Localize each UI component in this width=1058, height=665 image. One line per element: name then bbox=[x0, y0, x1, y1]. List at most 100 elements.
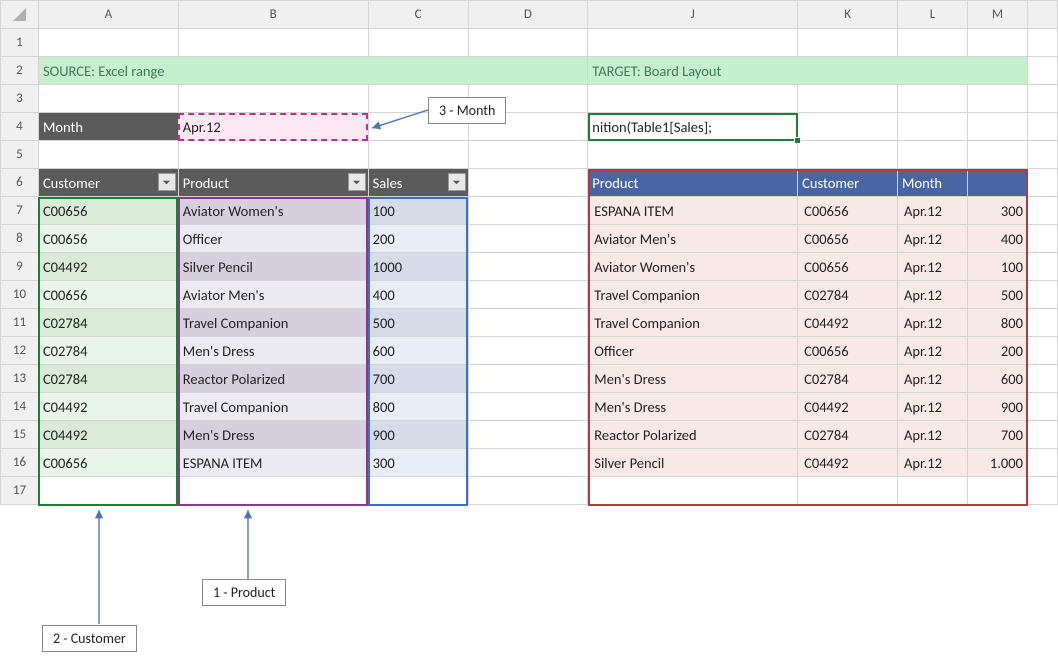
cell[interactable] bbox=[38, 85, 178, 113]
right-month-cell[interactable]: Apr.12 bbox=[898, 393, 968, 421]
right-header-customer[interactable]: Customer bbox=[798, 169, 898, 197]
right-customer-cell[interactable]: C04492 bbox=[798, 309, 898, 337]
cell[interactable] bbox=[468, 85, 588, 113]
left-header-sales[interactable]: Sales bbox=[368, 169, 468, 197]
cell[interactable] bbox=[468, 197, 588, 225]
right-month-cell[interactable]: Apr.12 bbox=[898, 421, 968, 449]
right-customer-cell[interactable]: C04492 bbox=[798, 393, 898, 421]
right-customer-cell[interactable]: C02784 bbox=[798, 365, 898, 393]
right-product-cell[interactable]: Aviator Women's bbox=[588, 253, 798, 281]
filter-dropdown-icon[interactable] bbox=[158, 173, 176, 191]
row-header[interactable]: 8 bbox=[1, 225, 39, 253]
cell[interactable] bbox=[1027, 477, 1057, 505]
filter-dropdown-icon[interactable] bbox=[448, 173, 466, 191]
left-product-cell[interactable]: Men's Dress bbox=[178, 421, 368, 449]
row-header-17[interactable]: 17 bbox=[1, 477, 39, 505]
cell[interactable] bbox=[468, 365, 588, 393]
cell[interactable] bbox=[1027, 169, 1057, 197]
left-customer-cell[interactable]: C00656 bbox=[38, 225, 178, 253]
right-value-cell[interactable]: 600 bbox=[968, 365, 1028, 393]
left-header-product[interactable]: Product bbox=[178, 169, 368, 197]
left-product-cell[interactable]: Aviator Women's bbox=[178, 197, 368, 225]
left-customer-cell[interactable]: C00656 bbox=[38, 449, 178, 477]
cell[interactable] bbox=[468, 449, 588, 477]
right-value-cell[interactable]: 900 bbox=[968, 393, 1028, 421]
right-product-cell[interactable]: ESPANA ITEM bbox=[588, 197, 798, 225]
row-header[interactable]: 7 bbox=[1, 197, 39, 225]
formula-editing-cell[interactable]: nition(Table1[Sales]; bbox=[588, 113, 798, 141]
cell[interactable] bbox=[1027, 57, 1057, 85]
cell[interactable] bbox=[468, 281, 588, 309]
cell[interactable] bbox=[1027, 449, 1057, 477]
cell[interactable] bbox=[968, 113, 1028, 141]
right-month-cell[interactable]: Apr.12 bbox=[898, 281, 968, 309]
cell[interactable] bbox=[898, 29, 968, 57]
cell[interactable] bbox=[1027, 309, 1057, 337]
right-product-cell[interactable]: Silver Pencil bbox=[588, 449, 798, 477]
cell[interactable] bbox=[38, 477, 178, 505]
left-sales-cell[interactable]: 500 bbox=[368, 309, 468, 337]
right-header-blank[interactable] bbox=[968, 169, 1028, 197]
cell[interactable] bbox=[468, 29, 588, 57]
cell[interactable] bbox=[178, 141, 368, 169]
cell[interactable] bbox=[468, 225, 588, 253]
right-product-cell[interactable]: Travel Companion bbox=[588, 309, 798, 337]
left-sales-cell[interactable]: 600 bbox=[368, 337, 468, 365]
col-header-pad[interactable] bbox=[1027, 1, 1057, 29]
right-value-cell[interactable]: 200 bbox=[968, 337, 1028, 365]
cell[interactable] bbox=[898, 113, 968, 141]
row-header[interactable]: 16 bbox=[1, 449, 39, 477]
cell[interactable] bbox=[1027, 253, 1057, 281]
left-product-cell[interactable]: Travel Companion bbox=[178, 309, 368, 337]
right-product-cell[interactable]: Men's Dress bbox=[588, 393, 798, 421]
row-header-6[interactable]: 6 bbox=[1, 169, 39, 197]
cell[interactable] bbox=[798, 29, 898, 57]
cell[interactable] bbox=[468, 421, 588, 449]
cell[interactable] bbox=[1027, 29, 1057, 57]
col-header-D[interactable]: D bbox=[468, 1, 588, 29]
right-customer-cell[interactable]: C02784 bbox=[798, 421, 898, 449]
row-header[interactable]: 12 bbox=[1, 337, 39, 365]
row-header-3[interactable]: 3 bbox=[1, 85, 39, 113]
cell[interactable] bbox=[178, 85, 368, 113]
right-customer-cell[interactable]: C00656 bbox=[798, 225, 898, 253]
right-month-cell[interactable]: Apr.12 bbox=[898, 253, 968, 281]
right-month-cell[interactable]: Apr.12 bbox=[898, 225, 968, 253]
left-sales-cell[interactable]: 200 bbox=[368, 225, 468, 253]
target-title[interactable]: TARGET: Board Layout bbox=[588, 57, 1028, 85]
left-sales-cell[interactable]: 300 bbox=[368, 449, 468, 477]
cell[interactable] bbox=[368, 477, 468, 505]
cell[interactable] bbox=[468, 113, 588, 141]
col-header-A[interactable]: A bbox=[38, 1, 178, 29]
cell[interactable] bbox=[368, 141, 468, 169]
col-header-K[interactable]: K bbox=[798, 1, 898, 29]
row-header[interactable]: 13 bbox=[1, 365, 39, 393]
cell[interactable] bbox=[38, 29, 178, 57]
right-month-cell[interactable]: Apr.12 bbox=[898, 449, 968, 477]
cell[interactable] bbox=[468, 253, 588, 281]
left-customer-cell[interactable]: C04492 bbox=[38, 253, 178, 281]
right-product-cell[interactable]: Officer bbox=[588, 337, 798, 365]
right-value-cell[interactable]: 400 bbox=[968, 225, 1028, 253]
cell[interactable] bbox=[968, 477, 1028, 505]
left-product-cell[interactable]: Silver Pencil bbox=[178, 253, 368, 281]
cell[interactable] bbox=[588, 85, 798, 113]
col-header-L[interactable]: L bbox=[898, 1, 968, 29]
cell[interactable] bbox=[798, 113, 898, 141]
left-product-cell[interactable]: Reactor Polarized bbox=[178, 365, 368, 393]
cell[interactable] bbox=[368, 113, 468, 141]
month-label-cell[interactable]: Month bbox=[38, 113, 178, 141]
right-customer-cell[interactable]: C00656 bbox=[798, 253, 898, 281]
left-customer-cell[interactable]: C00656 bbox=[38, 281, 178, 309]
cell[interactable] bbox=[588, 477, 798, 505]
col-header-M[interactable]: M bbox=[968, 1, 1028, 29]
row-header-5[interactable]: 5 bbox=[1, 141, 39, 169]
row-header[interactable]: 14 bbox=[1, 393, 39, 421]
row-header[interactable]: 15 bbox=[1, 421, 39, 449]
cell[interactable] bbox=[1027, 281, 1057, 309]
cell[interactable] bbox=[1027, 421, 1057, 449]
cell[interactable] bbox=[898, 85, 968, 113]
left-sales-cell[interactable]: 100 bbox=[368, 197, 468, 225]
cell[interactable] bbox=[968, 141, 1028, 169]
col-header-B[interactable]: B bbox=[178, 1, 368, 29]
